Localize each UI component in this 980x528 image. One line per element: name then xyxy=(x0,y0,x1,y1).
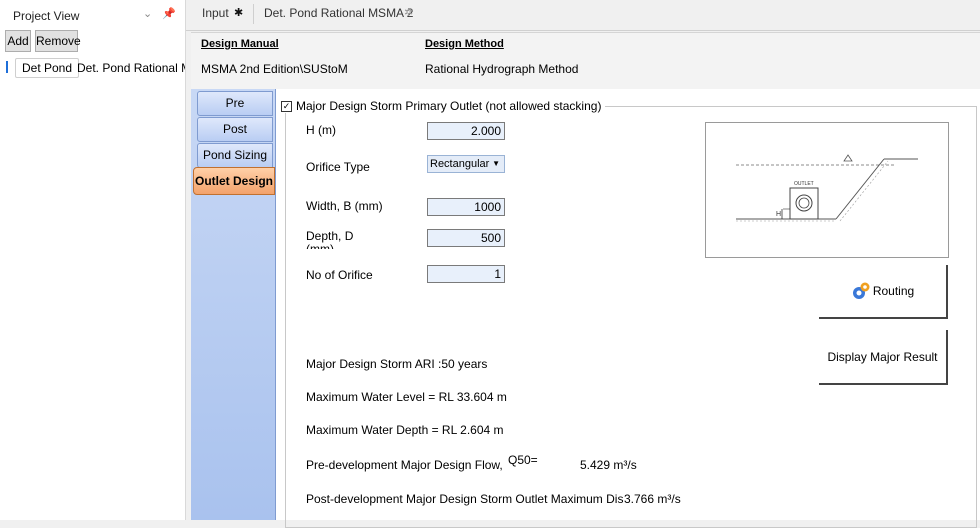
tab-post[interactable]: Post xyxy=(197,117,273,142)
orifice-type-label: Orifice Type xyxy=(306,160,370,174)
orifice-type-value: Rectangular xyxy=(430,158,490,170)
post-discharge-value: 3.766 m³/s xyxy=(624,492,681,506)
h-label: H (m) xyxy=(306,123,336,137)
unpin-icon[interactable]: ✲ xyxy=(404,6,413,19)
group-title: Major Design Storm Primary Outlet (not a… xyxy=(296,99,602,113)
orifice-count-input[interactable]: 1 xyxy=(427,265,505,283)
max-water-level-text: Maximum Water Level = RL 33.604 m xyxy=(306,390,507,404)
pin-icon[interactable]: 📌 xyxy=(162,7,176,20)
post-discharge-label: Post-development Major Design Storm Outl… xyxy=(306,492,624,506)
design-method-label: Design Method xyxy=(425,38,504,50)
width-input[interactable]: 1000 xyxy=(427,198,505,216)
add-button[interactable]: Add xyxy=(5,30,31,52)
ari-text: Major Design Storm ARI :50 years xyxy=(306,357,488,371)
project-view-title: Project View xyxy=(13,9,80,23)
remove-button[interactable]: Remove xyxy=(35,30,81,52)
project-view-header: Project View ⌄ 📌 xyxy=(0,0,185,30)
project-tree-item[interactable]: Det Pond Det. Pond Rational MS xyxy=(0,58,185,78)
design-manual-value: MSMA 2nd Edition\SUStoM xyxy=(201,62,348,76)
outlet-design-panel: ✓ Major Design Storm Primary Outlet (not… xyxy=(276,89,980,528)
tab-det-pond[interactable]: Det. Pond Rational MSMA 2 xyxy=(264,6,413,20)
tab-pond-sizing[interactable]: Pond Sizing xyxy=(197,143,273,168)
allow-checkbox[interactable]: ✓ xyxy=(281,100,292,112)
outlet-diagram: OUTLET H xyxy=(705,122,949,258)
tab-input[interactable]: Input xyxy=(202,6,229,20)
depth-unit-label: (mm) xyxy=(306,243,334,249)
width-label: Width, B (mm) xyxy=(306,199,383,213)
h-input[interactable]: 2.000 xyxy=(427,122,505,140)
gear-icon xyxy=(852,282,870,299)
orifice-type-select[interactable]: Rectangular ▼ xyxy=(427,155,505,173)
tab-outlet-design[interactable]: Outlet Design xyxy=(193,167,275,195)
tree-item-key[interactable]: Det Pond xyxy=(15,58,80,78)
tree-item-value: Det. Pond Rational MS xyxy=(77,61,185,75)
design-method-value: Rational Hydrograph Method xyxy=(425,62,579,76)
max-water-depth-text: Maximum Water Depth = RL 2.604 m xyxy=(306,423,504,437)
display-major-result-button[interactable]: Display Major Result xyxy=(819,330,948,385)
design-header: Design Manual MSMA 2nd Edition\SUStoM De… xyxy=(191,32,980,90)
chevron-down-icon[interactable]: ⌄ xyxy=(143,7,152,20)
pre-flow-label: Pre-development Major Design Flow, xyxy=(306,458,503,472)
routing-label: Routing xyxy=(872,284,915,298)
tab-pre[interactable]: Pre xyxy=(197,91,273,116)
design-manual-label: Design Manual xyxy=(201,38,279,50)
orifice-count-label: No of Orifice xyxy=(306,268,373,282)
depth-input[interactable]: 500 xyxy=(427,229,505,247)
routing-button[interactable]: Routing xyxy=(819,265,948,319)
dropdown-arrow-icon: ▼ xyxy=(492,159,500,168)
project-view-panel: Project View ⌄ 📌 Add Remove Det Pond Det… xyxy=(0,0,186,520)
tab-divider xyxy=(253,4,254,24)
vertical-tab-bar: Pre Post Pond Sizing Outlet Design xyxy=(191,89,276,520)
selection-marker xyxy=(6,61,8,73)
q50-symbol: Q50= xyxy=(508,453,538,467)
pin-icon[interactable]: ✱ xyxy=(234,6,243,19)
diagram-outlet-text: OUTLET xyxy=(794,181,814,187)
document-tab-strip: Input ✱ Det. Pond Rational MSMA 2 ✲ xyxy=(186,0,980,31)
pre-flow-value: 5.429 m³/s xyxy=(580,458,637,472)
group-legend[interactable]: ✓ Major Design Storm Primary Outlet (not… xyxy=(279,99,606,113)
pond-outlet-sketch: OUTLET H xyxy=(736,154,918,222)
depth-label: Depth, D xyxy=(306,229,354,243)
svg-text:H: H xyxy=(776,211,781,218)
